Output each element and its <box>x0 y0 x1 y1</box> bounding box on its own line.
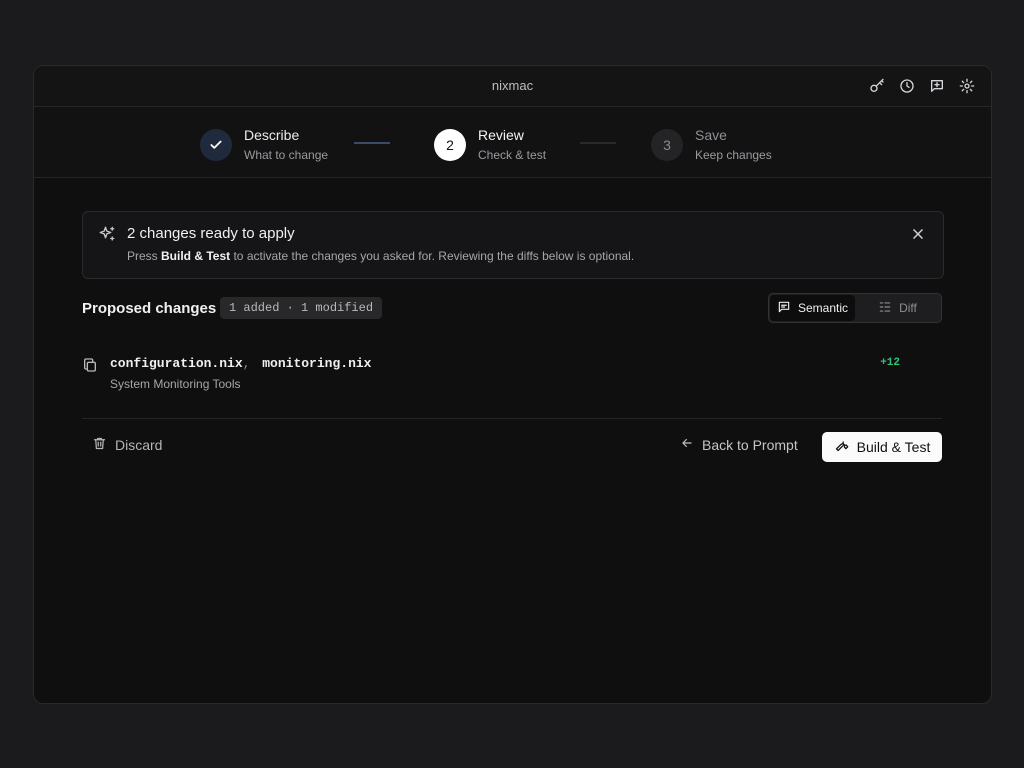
step-sublabel: Check & test <box>478 148 547 162</box>
feedback-icon[interactable] <box>927 76 947 96</box>
discard-label: Discard <box>115 437 163 453</box>
step-review[interactable]: 2 Review Check & test <box>434 126 546 163</box>
file-name: monitoring.nix <box>262 356 372 371</box>
divider <box>82 418 942 419</box>
step-sublabel: Keep changes <box>695 148 772 162</box>
banner-title: 2 changes ready to apply <box>127 225 295 242</box>
trash-icon <box>92 436 107 454</box>
files-icon <box>82 357 98 378</box>
progress-stepper: Describe What to change 2 Review Check &… <box>34 107 991 178</box>
banner-desc-post: to activate the changes you asked for. R… <box>230 249 635 263</box>
change-category: System Monitoring Tools <box>110 377 241 391</box>
step-describe[interactable]: Describe What to change <box>200 126 328 163</box>
list-diff-icon <box>878 300 892 317</box>
build-label: Build & Test <box>856 439 931 455</box>
close-icon[interactable] <box>911 227 925 246</box>
back-to-prompt-button[interactable]: Back to Prompt <box>680 436 798 453</box>
build-and-test-button[interactable]: Build & Test <box>822 432 942 462</box>
view-diff-label: Diff <box>899 301 917 315</box>
step-number: 2 <box>434 128 466 161</box>
step-label: Review <box>478 127 524 143</box>
change-item[interactable]: configuration.nix, monitoring.nix System… <box>82 352 942 402</box>
file-name: configuration.nix <box>110 356 243 371</box>
history-icon[interactable] <box>897 76 917 96</box>
discard-button[interactable]: Discard <box>92 436 162 454</box>
banner-desc-pre: Press <box>127 249 162 263</box>
sparkle-icon <box>98 225 116 248</box>
banner-description: Press Build & Test to activate the chang… <box>127 249 634 263</box>
title-bar: nixmac <box>34 66 991 107</box>
step-number: 3 <box>651 128 683 161</box>
file-separator: , <box>242 356 251 371</box>
view-semantic-label: Semantic <box>797 301 849 315</box>
view-diff-button[interactable]: Diff <box>855 295 940 321</box>
back-label: Back to Prompt <box>702 436 798 453</box>
check-icon <box>200 128 232 161</box>
step-sublabel: What to change <box>244 148 329 162</box>
window-title: nixmac <box>491 78 534 93</box>
step-label: Save <box>695 127 727 143</box>
settings-icon[interactable] <box>957 76 977 96</box>
step-connector <box>354 142 390 144</box>
ready-banner: 2 changes ready to apply Press Build & T… <box>82 211 944 279</box>
app-window: nixmac Describe What to change 2 Review … <box>33 65 992 704</box>
step-save[interactable]: 3 Save Keep changes <box>651 126 772 163</box>
banner-desc-bold: Build & Test <box>161 249 231 263</box>
message-icon <box>777 300 791 317</box>
change-count-badge: 1 added · 1 modified <box>220 297 383 319</box>
key-icon[interactable] <box>867 76 887 96</box>
proposed-changes-header: Proposed changes 1 added · 1 modified Se… <box>82 293 942 324</box>
lines-added: +12 <box>880 357 900 369</box>
view-semantic-button[interactable]: Semantic <box>770 295 855 321</box>
changed-files: configuration.nix, monitoring.nix <box>110 356 371 371</box>
step-label: Describe <box>244 127 300 143</box>
title-bar-actions <box>867 76 977 96</box>
step-connector <box>580 142 616 144</box>
arrow-left-icon <box>680 436 694 453</box>
wrench-icon <box>834 438 849 456</box>
section-title: Proposed changes <box>82 300 217 317</box>
view-toggle: Semantic Diff <box>768 293 942 323</box>
